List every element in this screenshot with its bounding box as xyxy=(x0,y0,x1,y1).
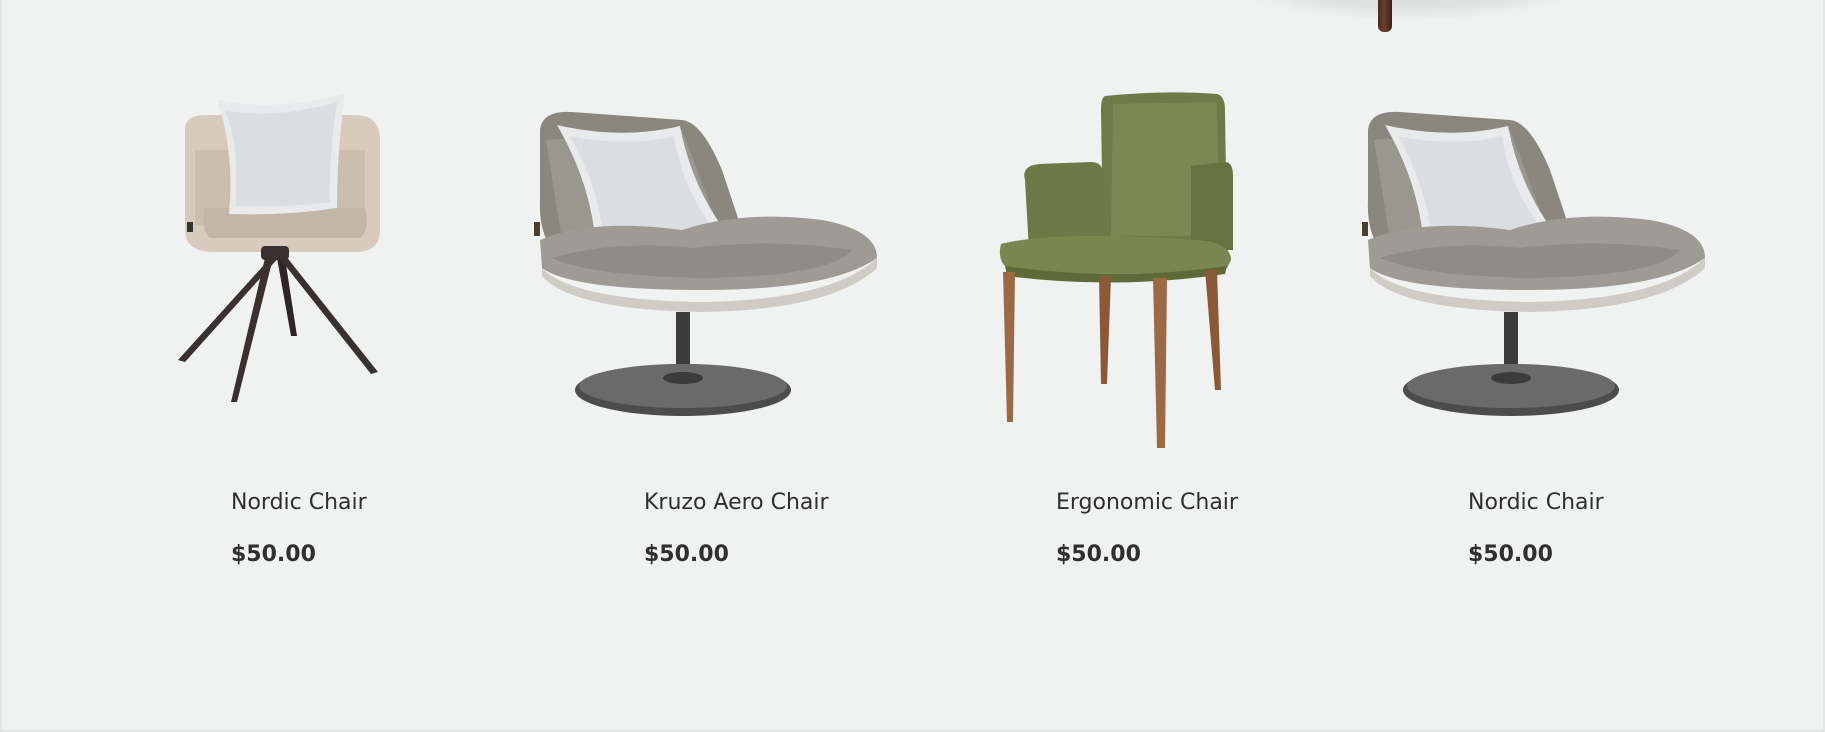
product-price: $50.00 xyxy=(231,542,316,567)
ergonomic-chair-image xyxy=(999,92,1233,448)
nordic-chair-image xyxy=(1362,111,1705,416)
product-name[interactable]: Ergonomic Chair xyxy=(1056,490,1238,515)
nordic-chair-image xyxy=(178,94,380,402)
product-name[interactable]: Nordic Chair xyxy=(1468,490,1604,515)
product-name[interactable]: Kruzo Aero Chair xyxy=(644,490,829,515)
product-image[interactable] xyxy=(995,90,1295,460)
product-card[interactable]: Ergonomic Chair $50.00 xyxy=(995,90,1295,567)
product-price: $50.00 xyxy=(644,542,729,567)
product-card[interactable]: Kruzo Aero Chair $50.00 xyxy=(532,90,877,567)
hero-product-leg xyxy=(1378,0,1392,32)
product-card[interactable]: Nordic Chair $50.00 xyxy=(1360,90,1705,567)
product-image[interactable] xyxy=(532,90,877,460)
product-price: $50.00 xyxy=(1056,542,1141,567)
product-image[interactable] xyxy=(1360,90,1705,460)
product-image[interactable] xyxy=(165,90,465,460)
product-card[interactable]: Nordic Chair $50.00 xyxy=(165,90,465,567)
product-price: $50.00 xyxy=(1468,542,1553,567)
kruzo-aero-chair-image xyxy=(534,111,877,416)
product-name[interactable]: Nordic Chair xyxy=(231,490,367,515)
